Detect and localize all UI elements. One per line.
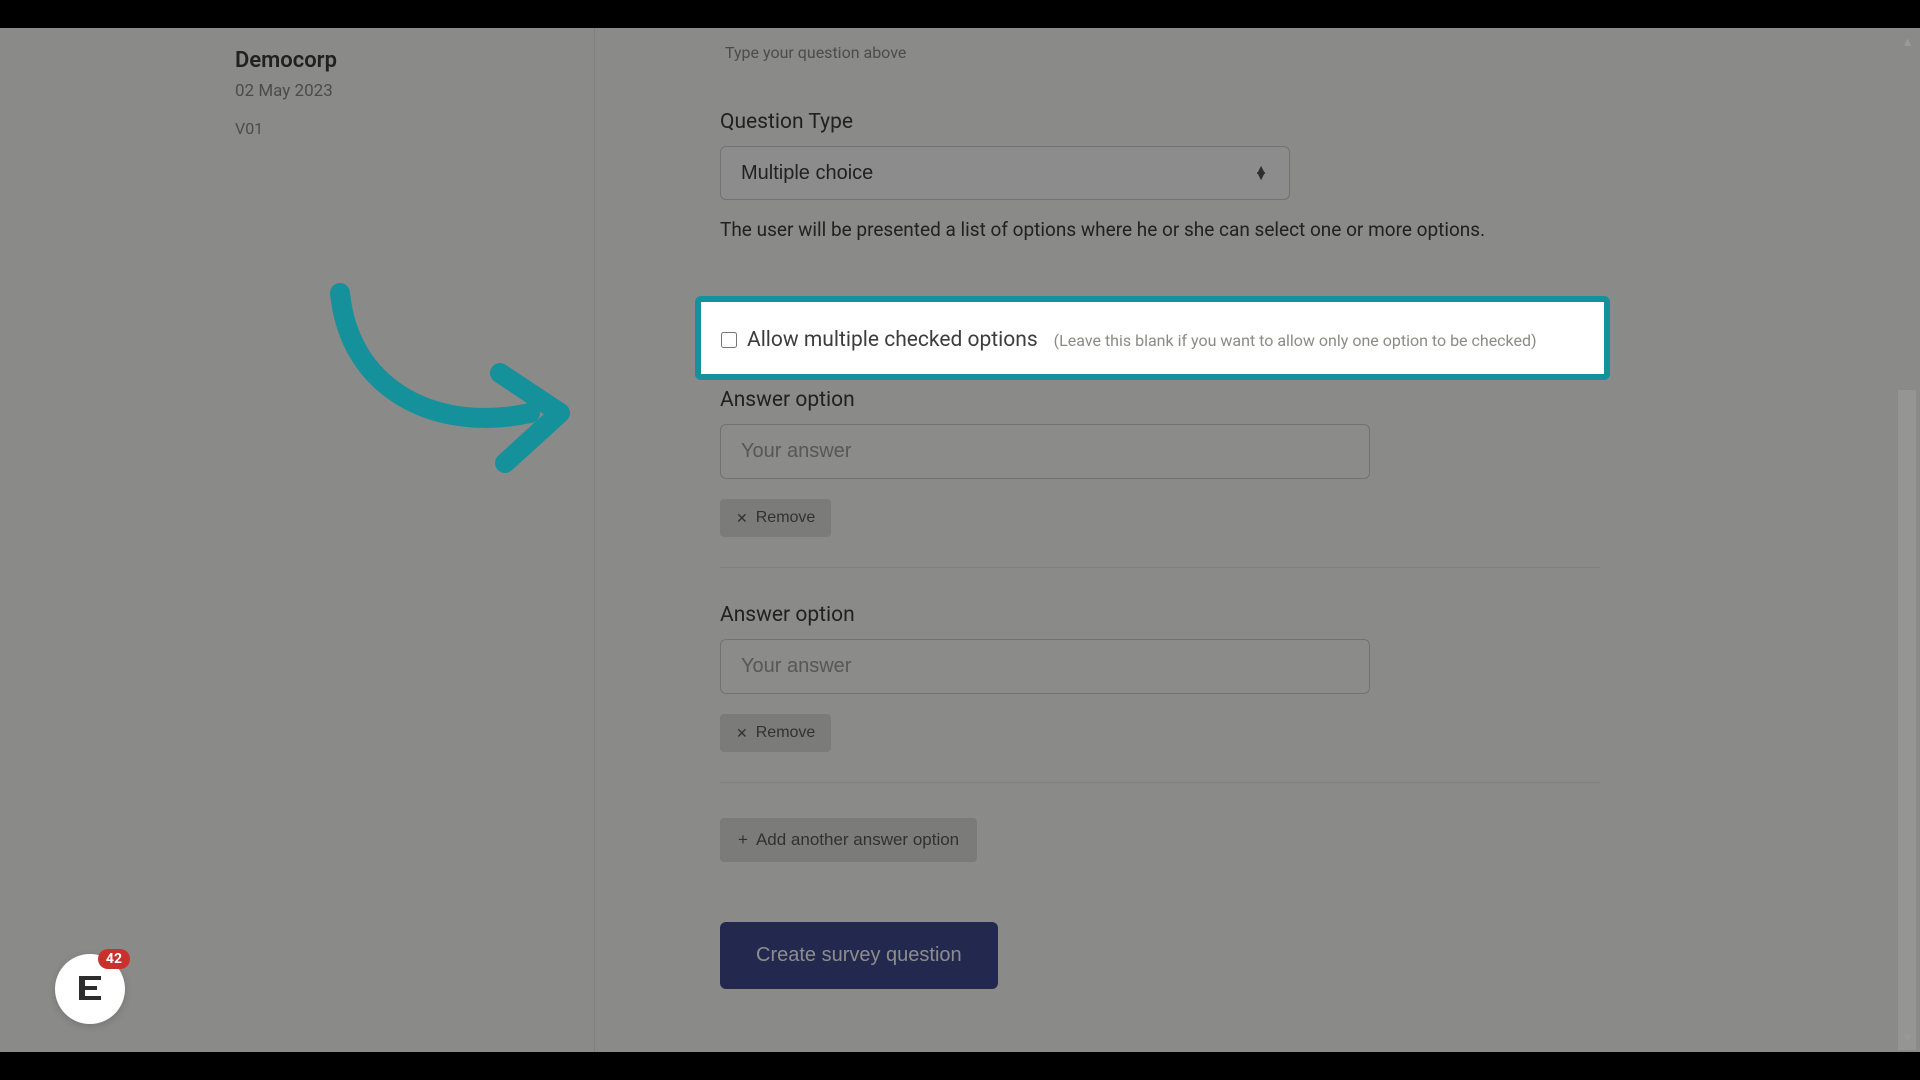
option-divider xyxy=(720,782,1600,783)
close-icon: ✕ xyxy=(736,725,748,742)
survey-date: 02 May 2023 xyxy=(235,81,594,101)
scrollbar-track[interactable] xyxy=(1898,390,1916,1050)
scroll-up-icon[interactable]: ▲ xyxy=(1901,34,1914,50)
answer-option-label: Answer option xyxy=(720,388,1370,412)
answer-option-block-2: Answer option ✕ Remove xyxy=(720,603,1370,752)
close-icon: ✕ xyxy=(736,510,748,527)
option-divider xyxy=(720,567,1600,568)
remove-option-button[interactable]: ✕ Remove xyxy=(720,714,831,752)
allow-multiple-checkbox[interactable] xyxy=(721,332,737,348)
question-type-select[interactable]: Multiple choice xyxy=(720,146,1290,200)
answer-option-label: Answer option xyxy=(720,603,1370,627)
question-hint: Type your question above xyxy=(725,43,1860,62)
company-title: Democorp xyxy=(235,48,594,73)
answer-option-block-1: Answer option ✕ Remove xyxy=(720,388,1370,537)
add-option-button[interactable]: + Add another answer option xyxy=(720,818,977,862)
chat-launcher-button[interactable]: 42 xyxy=(55,954,125,1024)
remove-label: Remove xyxy=(756,509,816,527)
letterbox-top xyxy=(0,0,1920,28)
allow-multiple-hint: (Leave this blank if you want to allow o… xyxy=(1054,331,1537,350)
chat-badge: 42 xyxy=(98,949,130,969)
question-type-select-wrap: Multiple choice ▲▼ xyxy=(720,146,1290,200)
question-type-description: The user will be presented a list of opt… xyxy=(720,218,1860,241)
main-content: Type your question above Question Type M… xyxy=(595,28,1920,1052)
answer-option-input[interactable] xyxy=(720,424,1370,479)
question-type-label: Question Type xyxy=(720,110,1860,134)
survey-version: V01 xyxy=(235,119,594,138)
answer-option-input[interactable] xyxy=(720,639,1370,694)
allow-multiple-label: Allow multiple checked options xyxy=(747,328,1038,352)
chat-logo-icon xyxy=(71,970,109,1008)
add-label: Add another answer option xyxy=(756,830,959,850)
letterbox-bottom xyxy=(0,1052,1920,1080)
app-viewport: Democorp 02 May 2023 V01 Type your quest… xyxy=(0,28,1920,1052)
remove-label: Remove xyxy=(756,724,816,742)
plus-icon: + xyxy=(738,830,748,850)
chat-widget: 42 xyxy=(55,954,125,1024)
sidebar: Democorp 02 May 2023 V01 xyxy=(0,28,595,1052)
remove-option-button[interactable]: ✕ Remove xyxy=(720,499,831,537)
allow-multiple-callout: Allow multiple checked options (Leave th… xyxy=(695,296,1610,380)
scroll-down-icon[interactable]: ▼ xyxy=(1901,1030,1914,1046)
create-question-button[interactable]: Create survey question xyxy=(720,922,998,989)
